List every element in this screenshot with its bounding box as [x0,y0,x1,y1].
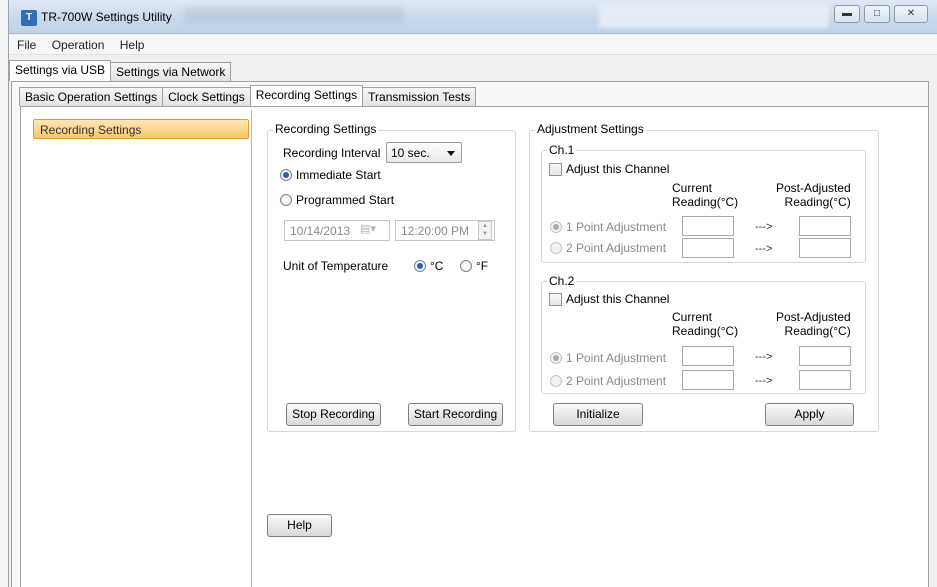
channel-1-two-point-arrow: ---> [755,243,773,255]
connection-tabs: Settings via USB Settings via Network [9,60,232,81]
channel-1-title: Ch.1 [547,143,577,157]
channel-1-two-point-post-input[interactable] [799,238,851,258]
immediate-start-label: Immediate Start [296,168,381,182]
minimize-icon[interactable]: ▬ [834,5,860,23]
spin-down-icon[interactable]: ▼ [479,230,491,238]
apply-button[interactable]: Apply [765,403,854,426]
channel-2-adjust-checkbox[interactable] [549,293,562,306]
channel-1-adjust-checkbox[interactable] [549,163,562,176]
sidebar-item-recording-settings[interactable]: Recording Settings [33,119,249,139]
initialize-button[interactable]: Initialize [553,403,643,426]
blurred-background-region [599,4,829,28]
channel-1-two-point-radio[interactable] [550,242,562,254]
channel-1-one-point-current-input[interactable] [682,216,734,236]
recording-interval-value: 10 sec. [391,146,430,160]
channel-2-two-point-post-input[interactable] [799,370,851,390]
channel-2-two-point-radio[interactable] [550,375,562,387]
settings-tabs: Basic Operation Settings Clock Settings … [19,85,477,106]
recording-interval-select[interactable]: 10 sec. [386,142,462,163]
channel-2-one-point-label: 1 Point Adjustment [566,351,667,365]
channel-1-adjust-label: Adjust this Channel [566,162,670,176]
window-title: TR-700W Settings Utility [41,10,172,24]
help-button[interactable]: Help [267,514,332,537]
channel-2-two-point-label: 2 Point Adjustment [566,374,667,388]
start-date-value: 10/14/2013 [290,224,351,238]
channel-2-two-point-current-input[interactable] [682,370,734,390]
tab-settings-via-network[interactable]: Settings via Network [110,62,232,81]
app-icon: T [21,10,37,26]
channel-2-post-header: Post-Adjusted Reading(°C) [776,310,851,338]
channel-2-one-point-radio[interactable] [550,352,562,364]
tab-transmission-tests[interactable]: Transmission Tests [362,87,477,106]
unit-celsius-label: °C [430,259,444,273]
menu-bar: File Operation Help [9,35,937,55]
stop-recording-button[interactable]: Stop Recording [286,403,381,426]
unit-fahrenheit-radio[interactable] [460,260,472,272]
start-recording-button[interactable]: Start Recording [408,403,503,426]
programmed-start-label: Programmed Start [296,193,395,207]
sidebar: Recording Settings [23,110,252,587]
tab-settings-via-usb[interactable]: Settings via USB [9,60,112,81]
menu-help[interactable]: Help [114,35,151,52]
menu-file[interactable]: File [9,35,42,52]
programmed-start-radio[interactable] [280,194,292,206]
tab-basic-operation-settings[interactable]: Basic Operation Settings [19,87,164,106]
tab-clock-settings[interactable]: Clock Settings [162,87,251,106]
dropdown-arrow-icon [447,151,455,156]
blurred-title-region [184,8,404,24]
window-controls: ▬ □ ✕ [834,5,928,23]
channel-1-two-point-current-input[interactable] [682,238,734,258]
channel-2-one-point-current-input[interactable] [682,346,734,366]
unit-of-temperature-label: Unit of Temperature [283,259,389,273]
channel-2-two-point-arrow: ---> [755,375,773,387]
close-icon[interactable]: ✕ [894,5,928,23]
time-spinner[interactable]: ▲ ▼ [478,221,492,240]
calendar-dropdown-icon[interactable]: ▤▾ [360,222,386,241]
recording-settings-title: Recording Settings [273,122,379,136]
spin-up-icon[interactable]: ▲ [479,222,491,230]
channel-2-adjust-label: Adjust this Channel [566,292,670,306]
title-bar: T TR-700W Settings Utility ▬ □ ✕ [9,0,937,34]
tab-recording-settings[interactable]: Recording Settings [249,85,364,106]
channel-2-one-point-post-input[interactable] [799,346,851,366]
unit-fahrenheit-label: °F [476,259,489,273]
start-time-value: 12:20:00 PM [401,224,470,238]
maximize-icon[interactable]: □ [864,5,890,23]
channel-1-post-header: Post-Adjusted Reading(°C) [776,181,851,209]
channel-1-one-point-radio[interactable] [550,221,562,233]
channel-1-one-point-label: 1 Point Adjustment [566,220,667,234]
recording-interval-label: Recording Interval [283,146,381,160]
channel-1-current-header: Current Reading(°C) [672,181,739,209]
channel-1-one-point-post-input[interactable] [799,216,851,236]
channel-2-one-point-arrow: ---> [755,351,773,363]
channel-1-one-point-arrow: ---> [755,221,773,233]
channel-2-current-header: Current Reading(°C) [672,310,739,338]
channel-1-two-point-label: 2 Point Adjustment [566,241,667,255]
channel-2-title: Ch.2 [547,274,577,288]
adjustment-settings-title: Adjustment Settings [535,122,646,136]
immediate-start-radio[interactable] [280,169,292,181]
unit-celsius-radio[interactable] [414,260,426,272]
menu-operation[interactable]: Operation [46,35,111,52]
